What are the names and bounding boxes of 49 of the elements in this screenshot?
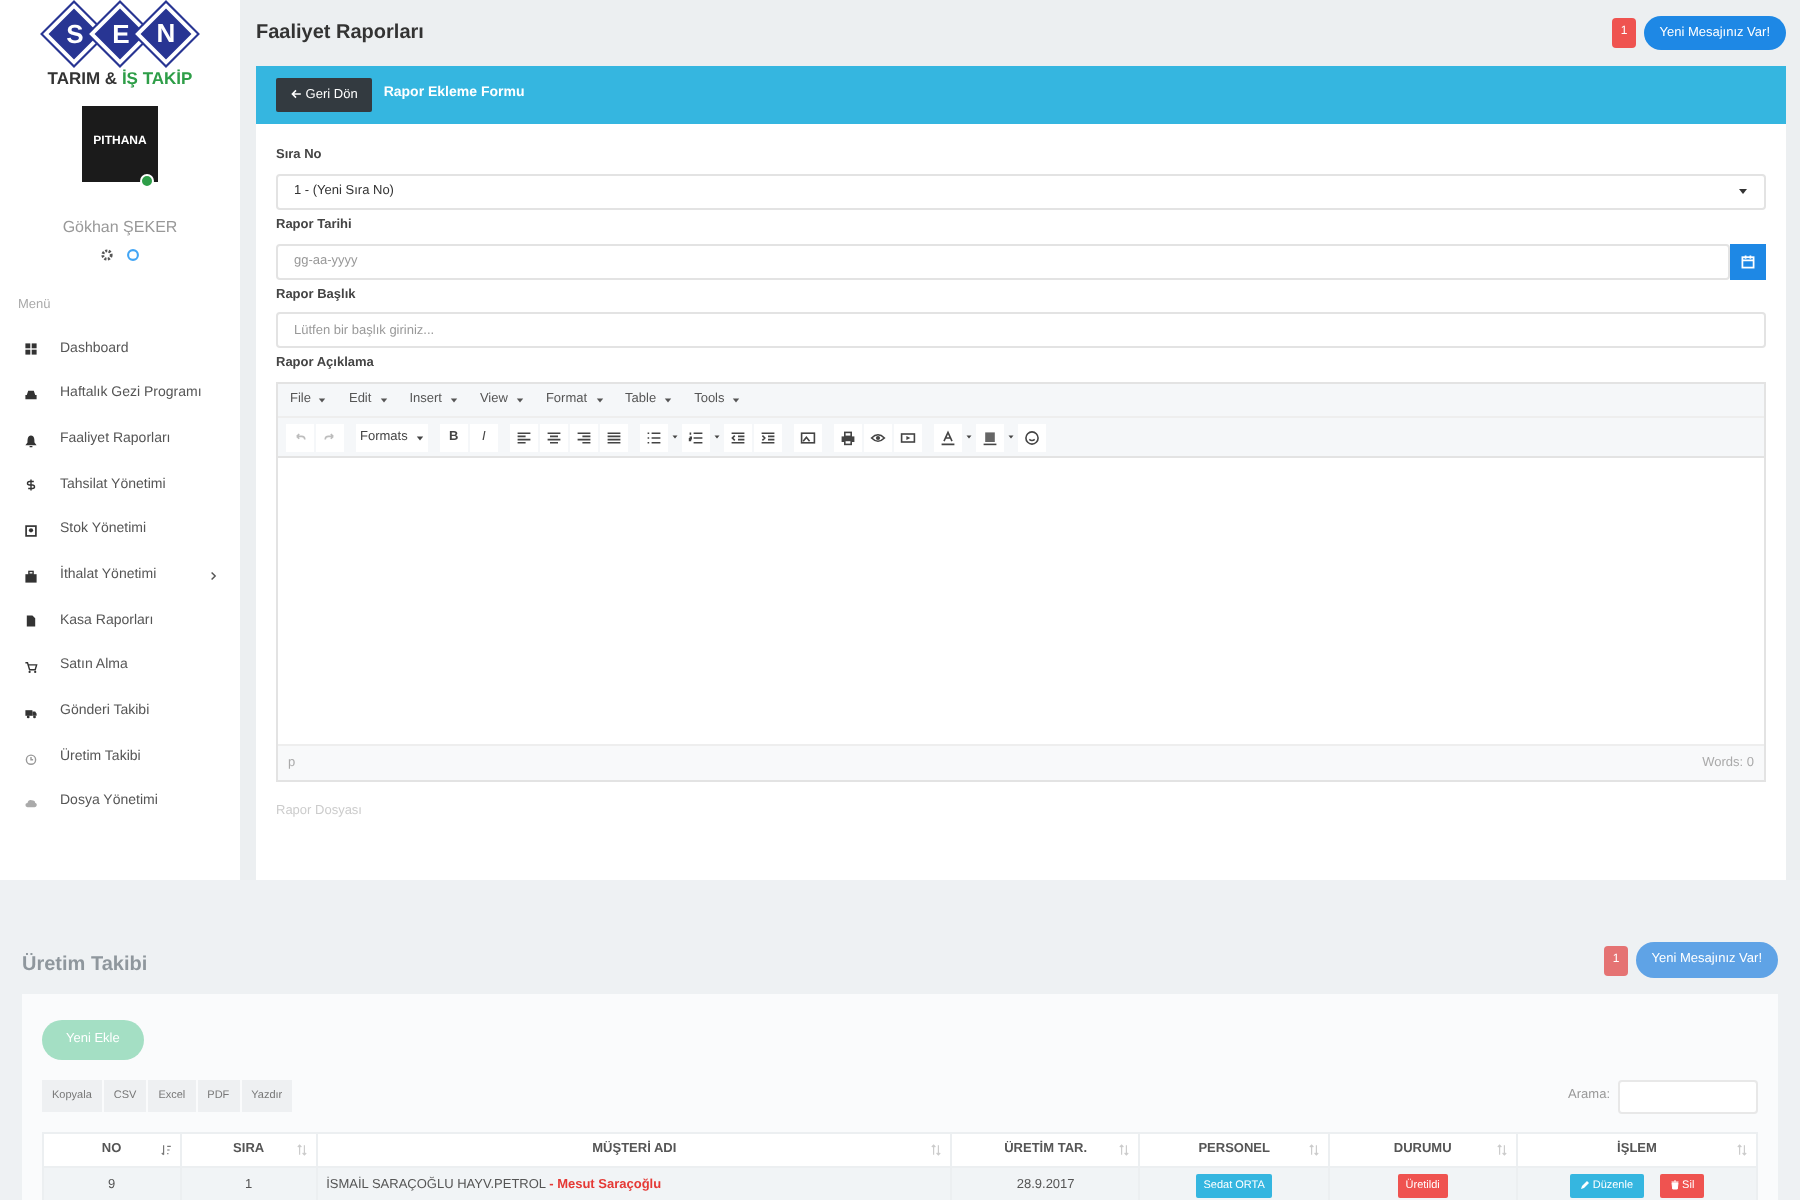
caret-icon <box>415 433 424 441</box>
cloud-icon <box>24 796 38 811</box>
highlight-icon[interactable] <box>981 429 998 445</box>
caret-icon[interactable] <box>963 432 974 442</box>
printer-icon[interactable] <box>839 429 856 445</box>
grid-icon <box>24 342 38 357</box>
pencil-icon <box>1579 1179 1590 1190</box>
media-icon[interactable] <box>899 429 916 445</box>
circle-icon[interactable] <box>126 247 140 262</box>
calendar-icon <box>1740 253 1756 269</box>
arrow-left-icon <box>290 87 302 100</box>
caret-icon <box>595 396 604 404</box>
dollar-icon <box>24 478 38 493</box>
bullet-list-icon[interactable] <box>645 429 662 445</box>
trash-icon <box>1669 1179 1680 1190</box>
settings-icon[interactable] <box>100 247 114 262</box>
briefcase-icon <box>24 569 38 584</box>
smiley-icon[interactable] <box>1023 429 1040 445</box>
page-title: Faaliyet Raporları <box>256 21 424 45</box>
eye-icon[interactable] <box>869 429 886 445</box>
caret-icon <box>664 396 673 404</box>
outdent-icon[interactable] <box>729 429 746 445</box>
logo-tagline: TARIM & İŞ TAKİP <box>47 66 193 92</box>
text-color-icon[interactable] <box>939 429 956 445</box>
caret-icon[interactable] <box>669 432 680 442</box>
page-title: Üretim Takibi <box>22 954 148 978</box>
caret-icon <box>318 396 327 404</box>
align-right-icon[interactable] <box>575 429 592 445</box>
cart-icon <box>24 660 38 675</box>
numbered-list-icon[interactable] <box>687 429 704 445</box>
indent-icon[interactable] <box>759 429 776 445</box>
user-name: Gökhan ŞEKER <box>62 215 178 240</box>
caret-icon <box>732 396 741 404</box>
file-icon <box>24 614 38 629</box>
justify-icon[interactable] <box>605 429 622 445</box>
caret-icon <box>449 396 458 404</box>
truck-icon <box>24 705 38 720</box>
align-center-icon[interactable] <box>545 429 562 445</box>
align-left-icon[interactable] <box>515 429 532 445</box>
caret-icon <box>515 396 524 404</box>
clock-icon <box>24 751 38 766</box>
caret-icon[interactable] <box>711 432 722 442</box>
caret-icon <box>379 396 388 404</box>
calendar-button[interactable] <box>1730 243 1766 279</box>
caret-icon[interactable] <box>1005 432 1016 442</box>
image-icon[interactable] <box>799 429 816 445</box>
bell-icon <box>24 433 38 448</box>
caret-icon <box>1738 186 1748 197</box>
box-icon <box>24 524 38 539</box>
